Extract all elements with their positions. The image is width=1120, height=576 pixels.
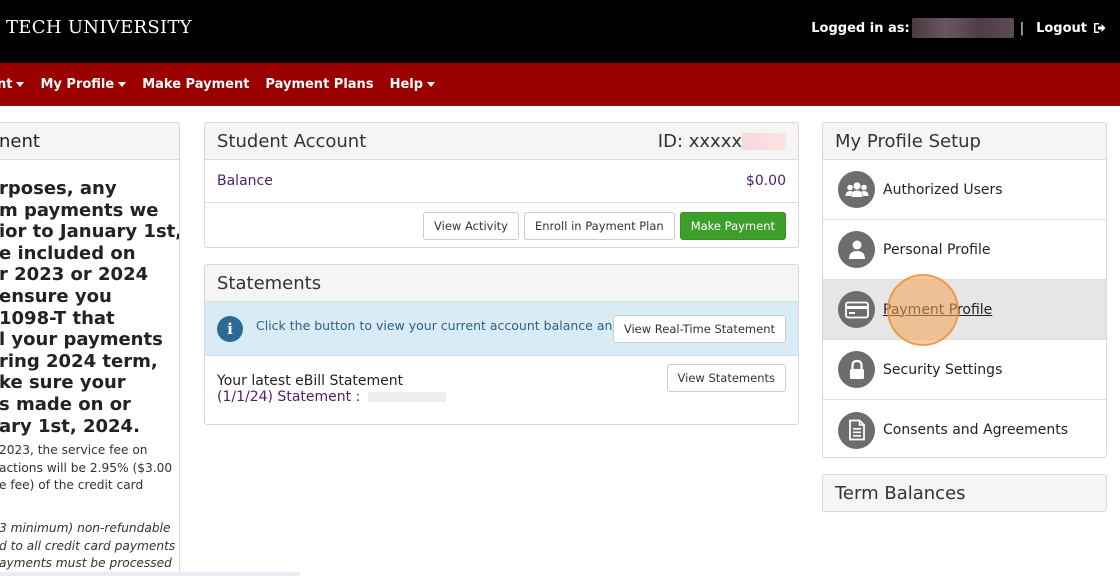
student-id-label: ID: xxxxx [657,130,742,152]
term-balances-title: Term Balances [835,483,966,504]
horizontal-scrollbar[interactable] [0,572,300,576]
announcement-line: ary 1st, 2024. [0,415,140,437]
document-icon [838,411,875,449]
profile-setup-title: My Profile Setup [835,131,981,152]
masked-student-id [742,132,786,150]
announcement-line: ke sure your [0,372,126,394]
view-statements-button[interactable]: View Statements [666,364,786,392]
announcement-line: e included on [0,242,136,264]
lock-icon [838,351,875,388]
nav-item-label: Payment Plans [265,77,374,92]
latest-statement-link[interactable]: (1/1/24) Statement : [217,389,447,405]
nav-item-label: Help [389,77,424,92]
balance-value: $0.00 [745,173,786,189]
announcement-panel: nent rposes, any m payments we ior to Ja… [0,122,180,576]
profile-item-security-settings[interactable]: Security Settings [823,340,1106,400]
announcement-line: ensure you [0,285,112,307]
profile-setup-header: My Profile Setup [823,123,1106,160]
account-actions: View Activity Enroll in Payment Plan Mak… [205,203,798,247]
student-id: ID: xxxxx [657,130,786,152]
credit-card-icon [838,291,875,328]
logout-label: Logout [1036,20,1087,36]
announcement-line: ior to January 1st, [0,221,180,243]
statements-card: Statements i Click the button to view yo… [204,264,799,425]
statements-title: Statements [217,273,322,294]
profile-item-payment-profile[interactable]: Payment Profile [823,274,1106,346]
nav-item-my-profile[interactable]: My Profile [40,77,127,92]
term-balances-header: Term Balances [823,475,1106,511]
logged-in-label: Logged in as: [811,20,910,36]
nav-item-make-payment[interactable]: Make Payment [142,77,249,92]
student-account-title: Student Account [217,131,367,152]
nav-item-label: Make Payment [142,77,250,92]
announcement-line: ayments must be processed [0,556,172,571]
info-icon: i [217,316,243,342]
announcement-line: actions will be 2.95% ($3.00 [0,460,173,475]
term-balances-card[interactable]: Term Balances [822,474,1107,512]
view-realtime-statement-button[interactable]: View Real-Time Statement [612,315,786,343]
announcement-line: 2023, the service fee on [0,443,148,457]
announcement-heading: nent [0,123,179,160]
nav-item-account[interactable]: nt [0,77,25,92]
masked-statement-value [368,392,447,402]
login-status: Logged in as: | Logout [811,18,1106,38]
student-account-header: Student Account ID: xxxxx [205,123,798,160]
view-activity-button[interactable]: View Activity [423,211,519,240]
balance-row: Balance $0.00 [205,160,798,203]
university-logo-text[interactable]: TECH UNIVERSITY [6,17,192,38]
main-nav: nt My Profile Make Payment Payment Plans… [0,63,1120,106]
nav-item-help[interactable]: Help [389,77,436,92]
latest-statement-row: Your latest eBill Statement (1/1/24) Sta… [205,356,798,424]
statement-info-alert: i Click the button to view your current … [205,302,798,356]
announcement-line: s made on or [0,393,131,415]
login-separator: | [1019,20,1025,36]
info-message: Click the button to view your current ac… [256,318,670,333]
announcement-fee-text: 2023, the service fee on actions will be… [0,442,172,495]
nav-item-label: nt [0,77,13,92]
balance-label: Balance [217,173,273,189]
latest-statement-title: Your latest eBill Statement [217,373,404,389]
profile-item-personal-profile[interactable]: Personal Profile [823,220,1106,280]
profile-item-authorized-users[interactable]: Authorized Users [823,160,1106,220]
announcement-heading-text: nent [0,131,40,152]
user-icon [838,231,875,268]
profile-item-label: Payment Profile [883,301,993,318]
announcement-line: 1098-T that [0,307,115,329]
profile-item-label: Authorized Users [883,181,1003,198]
statements-header: Statements [205,265,798,302]
announcement-line: 3 minimum) non-refundable [0,521,171,535]
nav-item-payment-plans[interactable]: Payment Plans [265,77,373,92]
make-payment-button[interactable]: Make Payment [679,211,786,240]
announcement-italic-text: 3 minimum) non-refundable d to all credi… [0,520,175,573]
logout-link[interactable]: Logout [1036,21,1106,36]
profile-item-label: Personal Profile [883,241,991,258]
caret-down-icon [118,82,127,87]
announcement-line: rposes, any [0,178,117,199]
profile-item-label: Security Settings [883,361,1003,378]
announcement-line: l your payments [0,329,163,351]
caret-down-icon [427,82,436,87]
nav-item-label: My Profile [40,77,115,92]
profile-item-consents-agreements[interactable]: Consents and Agreements [823,400,1106,457]
announcement-line: d to all credit card payments [0,538,176,553]
enroll-payment-plan-button[interactable]: Enroll in Payment Plan [523,211,675,240]
profile-setup-card: My Profile Setup Authorized Users Person… [822,122,1107,458]
announcement-line: m payments we [0,199,159,221]
student-account-card: Student Account ID: xxxxx Balance $0.00 … [204,122,799,248]
users-icon [838,171,875,208]
announcement-line: e fee) of the credit card [0,478,144,493]
announcement-line: ring 2024 term, [0,350,158,372]
top-header: TECH UNIVERSITY Logged in as: | Logout [0,0,1120,63]
latest-statement-label: (1/1/24) Statement : [217,389,361,405]
sign-out-icon [1094,23,1106,33]
announcement-line: r 2023 or 2024 [0,264,149,286]
profile-item-label: Consents and Agreements [883,422,1069,438]
masked-username [911,18,1014,38]
caret-down-icon [16,82,25,87]
announcement-bold-text: rposes, any m payments we ior to January… [0,178,180,437]
